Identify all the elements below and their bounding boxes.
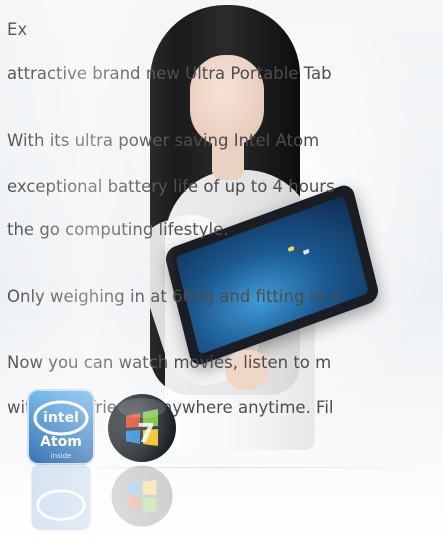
tablet-screen-icon <box>287 246 295 253</box>
promo-line-2: attractive brand new Ultra Portable Tab <box>7 64 332 83</box>
svg-text:7: 7 <box>137 419 155 449</box>
promo-line-1: Ex <box>7 20 28 39</box>
svg-text:inside: inside <box>51 452 72 460</box>
windows-7-logo: 7 <box>106 388 178 466</box>
promo-banner: Ex attractive brand new Ultra Portable T… <box>0 0 443 540</box>
svg-text:intel: intel <box>43 410 79 426</box>
promo-line-4: exceptional battery life of up to 4 hour… <box>7 177 335 196</box>
promo-line-7: Now you can watch movies, listen to m <box>7 353 332 372</box>
windows-7-orb-icon: 7 <box>108 394 176 462</box>
windows-7-logo-reflection <box>106 462 178 532</box>
tablet-screen-icon <box>302 248 310 255</box>
windows-7-reflection-icon <box>111 465 173 527</box>
promo-line-5: the go computing lifestyle. <box>7 220 229 239</box>
svg-text:Atom: Atom <box>40 434 82 450</box>
intel-atom-logo: intel Atom inside <box>26 388 96 466</box>
promo-line-3: With its ultra power saving Intel Atom <box>7 131 320 150</box>
intel-atom-reflection-icon <box>31 463 91 531</box>
intel-atom-logo-reflection <box>26 462 96 532</box>
promo-line-6: Only weighing in at 660g and fitting in … <box>7 287 341 306</box>
intel-atom-icon: intel Atom inside <box>27 389 95 465</box>
